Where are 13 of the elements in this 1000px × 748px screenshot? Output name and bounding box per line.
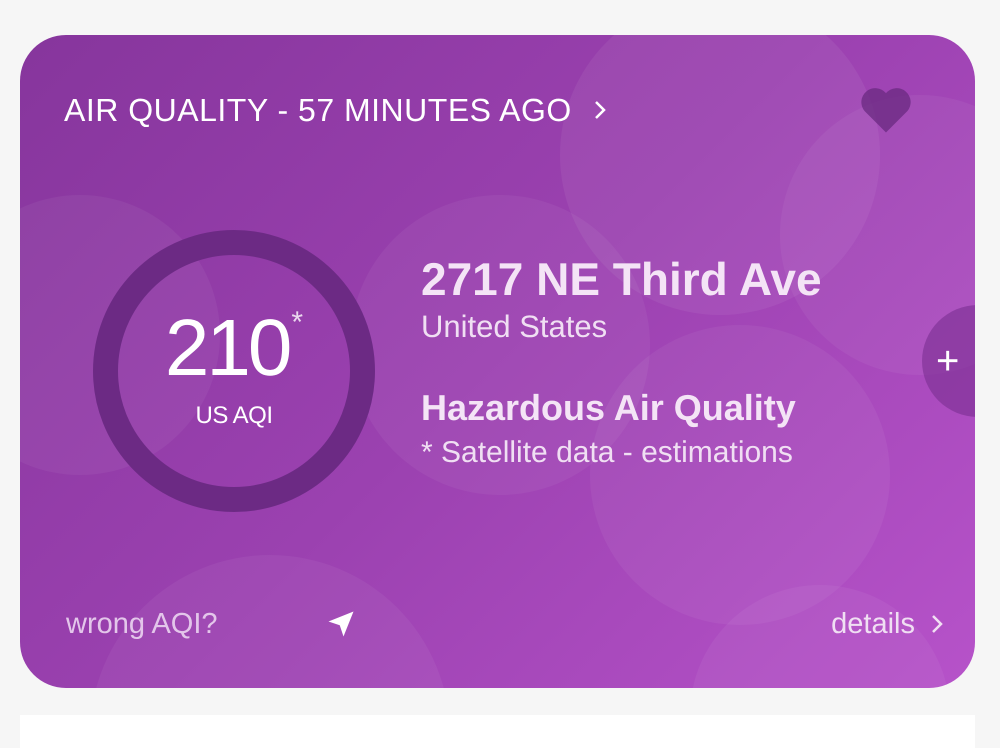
footnote-mark: *: [291, 308, 304, 338]
header-link[interactable]: AIR QUALITY - 57 MINUTES AGO: [64, 86, 606, 134]
chevron-icon: [931, 614, 943, 634]
country-label: United States: [421, 308, 608, 346]
location-name: 2717 NE Third Ave: [421, 252, 822, 307]
wrong-aqi-link[interactable]: wrong AQI?: [66, 602, 218, 646]
aqi-unit: US AQI: [195, 401, 273, 431]
add-button[interactable]: +: [922, 305, 975, 417]
details-link[interactable]: details: [831, 602, 943, 646]
note-text: * Satellite data - estimations: [421, 434, 794, 471]
aqi-value: 210: [164, 308, 290, 388]
status-label: Hazardous Air Quality: [421, 386, 797, 430]
chevron-icon: [594, 100, 606, 120]
